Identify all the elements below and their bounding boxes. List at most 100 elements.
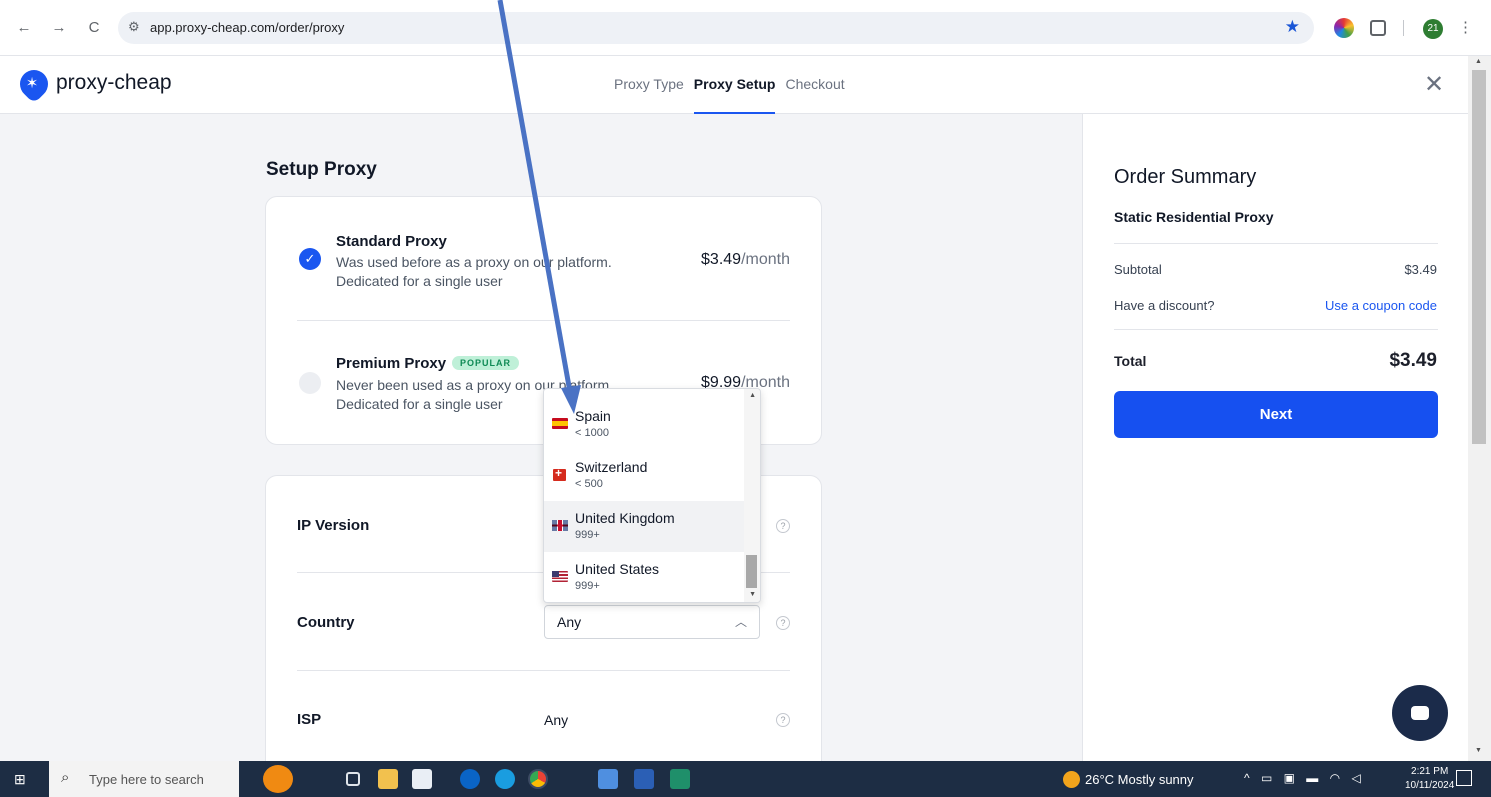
order-summary-panel: Order Summary Static Residential Proxy S… [1082,114,1468,761]
chrome-icon[interactable] [528,769,548,789]
back-arrow-icon[interactable]: ← [15,20,33,36]
switzerland-flag-icon: + [553,466,566,481]
setup-panel: Setup Proxy ✓ Standard Proxy Was used be… [0,114,1082,775]
microsoft-store-icon[interactable] [412,769,432,789]
page-title: Setup Proxy [266,159,377,180]
forward-arrow-icon[interactable]: → [50,20,68,36]
bookmark-star-icon[interactable]: ★ [1285,17,1300,37]
dropdown-scrollbar[interactable]: ▲ ▼ [744,389,760,602]
plan-name: Standard Proxy [336,233,447,250]
plan-name-text: Premium Proxy [336,355,447,372]
windows-taskbar: ⊞ ⌕ Type here to search 26°C Mostly sunn… [0,761,1491,797]
taskbar-search[interactable]: ⌕ Type here to search [49,761,239,797]
coupon-link[interactable]: Use a coupon code [1325,298,1437,313]
option-count: < 1000 [575,427,609,439]
windows-start-icon[interactable]: ⊞ [14,771,26,788]
dropdown-option-united-states[interactable]: United States 999+ [544,552,744,602]
plan-name: Premium Proxy POPULAR [336,355,520,372]
total-label: Total [1114,353,1147,369]
divider [297,320,790,321]
chat-icon[interactable] [1392,685,1448,741]
extensions-puzzle-icon[interactable] [1370,20,1386,36]
next-button[interactable]: Next [1114,391,1438,438]
edge-icon[interactable] [495,769,515,789]
discount-label: Have a discount? [1114,298,1215,313]
outlook-icon[interactable] [460,769,480,789]
option-name: United Kingdom [575,510,675,526]
product-name: Static Residential Proxy [1114,209,1274,225]
profile-avatar[interactable]: 21 [1423,19,1443,39]
price-unit: /month [741,251,790,268]
subtotal-label: Subtotal [1114,262,1162,277]
plan-price: $3.49/month [701,251,790,269]
country-label: Country [297,614,355,631]
dropdown-scroll-thumb[interactable] [746,555,757,588]
site-header: proxy-cheap Proxy Type Proxy Setup Check… [0,56,1468,114]
notification-icon[interactable] [1456,770,1472,786]
plan-description: Was used before as a proxy on our platfo… [336,254,612,270]
site-settings-icon[interactable]: ⚙ [128,19,140,35]
dropdown-option-switzerland[interactable]: + Switzerland < 500 [544,450,744,501]
word-icon[interactable] [634,769,654,789]
toolbar-separator [1403,20,1404,36]
page-scroll-thumb[interactable] [1472,70,1486,444]
taskbar-search-placeholder: Type here to search [89,772,204,787]
step-checkout[interactable]: Checkout [785,76,844,114]
dropdown-option-united-kingdom[interactable]: United Kingdom 999+ [544,501,744,552]
popular-badge: POPULAR [452,356,520,370]
browser-toolbar: ← → C ⚙ app.proxy-cheap.com/order/proxy … [0,0,1491,56]
plan-description-2: Dedicated for a single user [336,273,503,289]
checkout-steps: Proxy Type Proxy Setup Checkout [614,76,845,114]
task-view-icon[interactable] [346,772,360,786]
scroll-down-icon[interactable]: ▼ [1475,747,1482,754]
scroll-up-icon[interactable]: ▲ [1475,58,1482,65]
publisher-icon[interactable] [670,769,690,789]
country-dropdown: Spain < 1000 + Switzerland < 500 United … [543,388,761,603]
color-extension-icon[interactable] [1334,18,1354,38]
notes-app-icon[interactable] [598,769,618,789]
reload-icon[interactable]: C [85,20,103,36]
weather-icon[interactable] [1063,771,1080,788]
weather-text[interactable]: 26°C Mostly sunny [1085,772,1194,787]
divider [1114,243,1438,244]
step-proxy-type[interactable]: Proxy Type [614,76,684,114]
spain-flag-icon [552,418,568,429]
option-count: < 500 [575,478,603,490]
page-scrollbar[interactable]: ▲ ▼ [1468,56,1491,761]
address-bar[interactable]: ⚙ app.proxy-cheap.com/order/proxy ★ [118,12,1314,44]
isp-help-icon[interactable]: ? [776,713,790,727]
url-text[interactable]: app.proxy-cheap.com/order/proxy [150,20,344,35]
clock-date: 10/11/2024 [1405,780,1455,791]
browser-menu-icon[interactable]: ⋮ [1458,18,1473,36]
order-summary-title: Order Summary [1114,166,1257,188]
halloween-pumpkin-icon[interactable] [263,765,293,793]
country-select-value: Any [557,614,582,630]
radio-icon[interactable] [299,372,321,394]
country-help-icon[interactable]: ? [776,616,790,630]
option-name: United States [575,561,660,577]
scroll-up-icon[interactable]: ▲ [749,392,756,399]
divider [297,670,790,671]
step-proxy-setup[interactable]: Proxy Setup [693,76,776,114]
chevron-up-icon: ︿ [734,615,747,629]
system-tray-icons[interactable]: ^ ▭ ▣ ▬ ◠ ◁ [1244,771,1365,785]
file-explorer-icon[interactable] [378,769,398,789]
scroll-down-icon[interactable]: ▼ [749,591,756,598]
isp-label: ISP [297,711,322,728]
taskbar-clock[interactable]: 2:21 PM 10/11/2024 [1405,765,1454,793]
close-icon[interactable]: ✕ [1424,70,1444,99]
search-icon: ⌕ [61,769,70,786]
uk-flag-icon [552,520,568,531]
total-value: $3.49 [1389,350,1437,371]
isp-value[interactable]: Any [544,712,568,728]
clock-time: 2:21 PM [1411,766,1449,777]
proxy-cheap-logo-icon[interactable] [14,64,54,104]
ip-version-help-icon[interactable]: ? [776,519,790,533]
logo-text[interactable]: proxy-cheap [56,71,172,95]
plan-description-2: Dedicated for a single user [336,396,503,412]
dropdown-option-spain[interactable]: Spain < 1000 [544,399,744,450]
country-select[interactable]: Any ︿ [544,605,760,639]
divider [1114,329,1438,330]
check-icon[interactable]: ✓ [299,248,321,270]
price-amount: $3.49 [701,251,742,268]
